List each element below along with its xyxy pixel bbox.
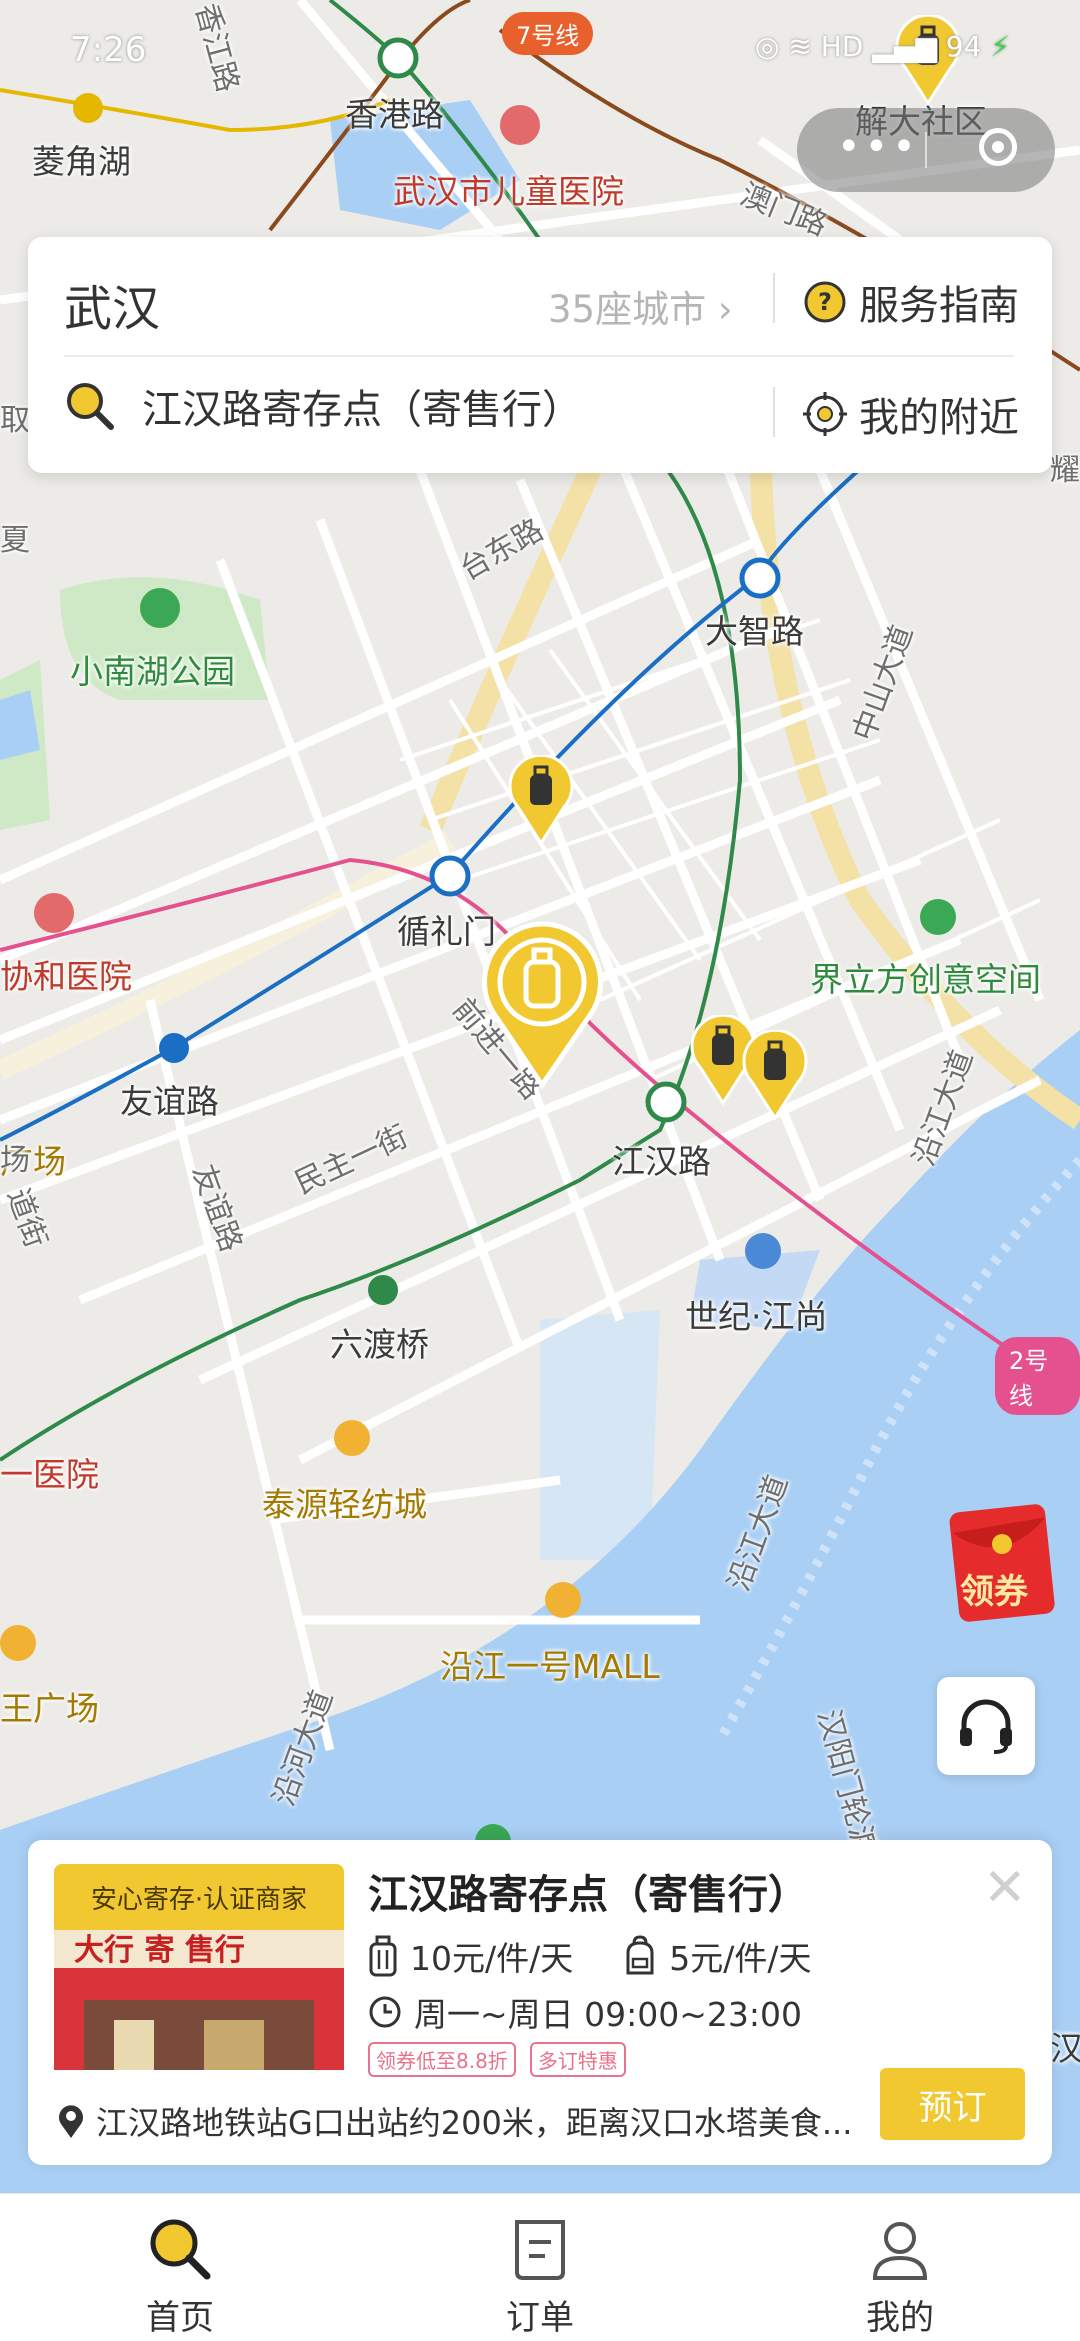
road-label-edge-1: 耀 bbox=[1050, 453, 1080, 488]
place-label-wang-plaza: 王广场 bbox=[0, 1689, 99, 1728]
svg-text:大行 寄 售行: 大行 寄 售行 bbox=[74, 1933, 245, 1968]
price-row: 10元/件/天 5元/件/天 bbox=[368, 1932, 861, 1980]
nearby-label: 我的附近 bbox=[859, 395, 1019, 441]
search-input[interactable]: 江汉路寄存点（寄售行） bbox=[142, 377, 582, 435]
service-guide-label: 服务指南 bbox=[859, 283, 1019, 329]
status-time: 7:26 bbox=[70, 30, 147, 70]
target-circle-icon[interactable] bbox=[979, 128, 1017, 166]
headset-icon bbox=[960, 1699, 1012, 1754]
opening-hours: 周一~周日 09:00~23:00 bbox=[368, 1988, 802, 2036]
svg-text:?: ? bbox=[818, 288, 832, 316]
search-icon bbox=[67, 383, 114, 430]
place-label-childrens-hospital: 武汉市儿童医院 bbox=[393, 172, 624, 211]
promo-tags: 领券低至8.8折 多订特惠 bbox=[368, 2042, 626, 2077]
location-pin-icon bbox=[59, 2105, 83, 2138]
place-label-han-edge: 汉 bbox=[1050, 2029, 1080, 2068]
luggage-pin[interactable] bbox=[742, 1030, 808, 1122]
status-indicators: ◎ ≋ HD ▂▄▆ 94 ⚡ bbox=[755, 30, 1010, 63]
divider bbox=[773, 273, 775, 323]
price-bag-label: 5元/件/天 bbox=[669, 1939, 812, 1978]
road-label-edge-3: 夏 bbox=[0, 523, 30, 558]
coupon-button[interactable]: 领券 bbox=[946, 1498, 1058, 1626]
clock-icon bbox=[369, 1996, 401, 2028]
tab-orders[interactable]: 订单 bbox=[440, 2214, 640, 2339]
more-dots-icon[interactable]: ••• bbox=[837, 124, 920, 170]
place-label-xiehe-hospital: 协和医院 bbox=[0, 957, 132, 996]
place-label-taiyuan-textile: 泰源轻纺城 bbox=[262, 1485, 427, 1524]
backpack-icon bbox=[626, 1935, 654, 1975]
station-label-jianghan-road: 江汉路 bbox=[612, 1142, 711, 1181]
network-label: HD bbox=[820, 30, 864, 63]
promo-tag: 多订特惠 bbox=[529, 2042, 626, 2077]
search-field[interactable]: 江汉路寄存点（寄售行） bbox=[64, 377, 582, 435]
road-label-edge-2: 取 bbox=[0, 403, 30, 438]
capsule-divider bbox=[925, 132, 927, 168]
person-icon bbox=[872, 2222, 928, 2280]
tab-profile[interactable]: 我的 bbox=[800, 2214, 1000, 2339]
mini-program-capsule: ••• bbox=[797, 108, 1055, 192]
store-address: 江汉路地铁站G口出站约200米，距离汉口水塔美食... bbox=[56, 2098, 852, 2144]
city-name[interactable]: 武汉 bbox=[64, 269, 160, 339]
tab-home[interactable]: 首页 bbox=[80, 2214, 280, 2339]
signal-icon: ▂▄▆ bbox=[872, 30, 946, 63]
place-label-xiaonanhu-park: 小南湖公园 bbox=[70, 652, 235, 691]
chevron-right-icon: › bbox=[717, 288, 733, 331]
price-luggage: 10元/件/天 bbox=[368, 1932, 573, 1980]
search-icon bbox=[150, 2219, 211, 2280]
order-icon bbox=[515, 2220, 565, 2280]
store-address-label: 江汉路地铁站G口出站约200米，距离汉口水塔美食... bbox=[96, 2104, 853, 2142]
question-icon: ? bbox=[804, 281, 846, 323]
book-button[interactable]: 预订 bbox=[880, 2068, 1025, 2140]
certified-merchant-badge: 安心寄存·认证商家 bbox=[54, 1864, 344, 1930]
store-card[interactable]: 安心寄存·认证商家 大行 寄 售行 江汉路寄存点（寄售行） ✕ 10元/件/天 bbox=[28, 1840, 1052, 2165]
promo-tag: 领券低至8.8折 bbox=[368, 2042, 516, 2077]
station-label-youyi-road: 友谊路 bbox=[120, 1082, 219, 1121]
location-search-card: 武汉 35座城市 › ? 服务指南 江汉路寄存点（寄售行） 我的附近 bbox=[28, 237, 1052, 473]
coupon-label: 领券 bbox=[960, 1572, 1028, 1612]
charging-icon: ⚡ bbox=[990, 30, 1010, 63]
city-count-link[interactable]: 35座城市 › bbox=[548, 279, 733, 333]
place-label-hospital-edge: 一医院 bbox=[0, 1455, 99, 1494]
tab-home-label: 首页 bbox=[146, 2298, 214, 2338]
station-label-liudu-bridge: 六渡桥 bbox=[330, 1325, 429, 1364]
luggage-pin-selected[interactable] bbox=[480, 920, 605, 1090]
station-label-lingjiao-lake: 菱角湖 bbox=[32, 142, 131, 181]
place-label-shiji-jiangshang: 世纪·江尚 bbox=[685, 1297, 828, 1336]
luggage-pin[interactable] bbox=[508, 755, 574, 847]
status-bar: 7:26 ◎ ≋ HD ▂▄▆ 94 ⚡ bbox=[0, 0, 1080, 110]
place-label-jielifang: 界立方创意空间 bbox=[810, 960, 1041, 999]
station-label-dazhi-road: 大智路 bbox=[705, 612, 804, 651]
divider bbox=[64, 355, 1014, 357]
road-label-edge-4: 场 bbox=[0, 1143, 30, 1178]
tab-profile-label: 我的 bbox=[866, 2298, 934, 2338]
battery-level: 94 bbox=[945, 30, 982, 63]
store-photo: 大行 寄 售行 bbox=[54, 1930, 344, 2070]
customer-service-button[interactable] bbox=[937, 1677, 1035, 1775]
wifi-icon: ◎ ≋ bbox=[755, 30, 821, 63]
service-guide-button[interactable]: ? 服务指南 bbox=[803, 273, 1019, 331]
divider bbox=[773, 387, 775, 437]
price-luggage-label: 10元/件/天 bbox=[410, 1939, 574, 1978]
tab-bar: 首页 订单 我的 bbox=[0, 2193, 1080, 2341]
opening-hours-label: 周一~周日 09:00~23:00 bbox=[414, 1995, 802, 2034]
place-label-yanjiang-mall: 沿江一号MALL bbox=[440, 1647, 660, 1686]
city-count-label: 35座城市 bbox=[548, 288, 707, 331]
price-bag: 5元/件/天 bbox=[623, 1932, 811, 1980]
metro-line-2-label: 2号线 bbox=[995, 1337, 1080, 1415]
suitcase-icon bbox=[369, 1935, 397, 1977]
nearby-button[interactable]: 我的附近 bbox=[803, 385, 1019, 443]
close-icon[interactable]: ✕ bbox=[983, 1862, 1027, 1914]
locate-icon bbox=[803, 392, 847, 436]
store-name: 江汉路寄存点（寄售行） bbox=[368, 1872, 808, 1918]
tab-orders-label: 订单 bbox=[506, 2298, 574, 2338]
